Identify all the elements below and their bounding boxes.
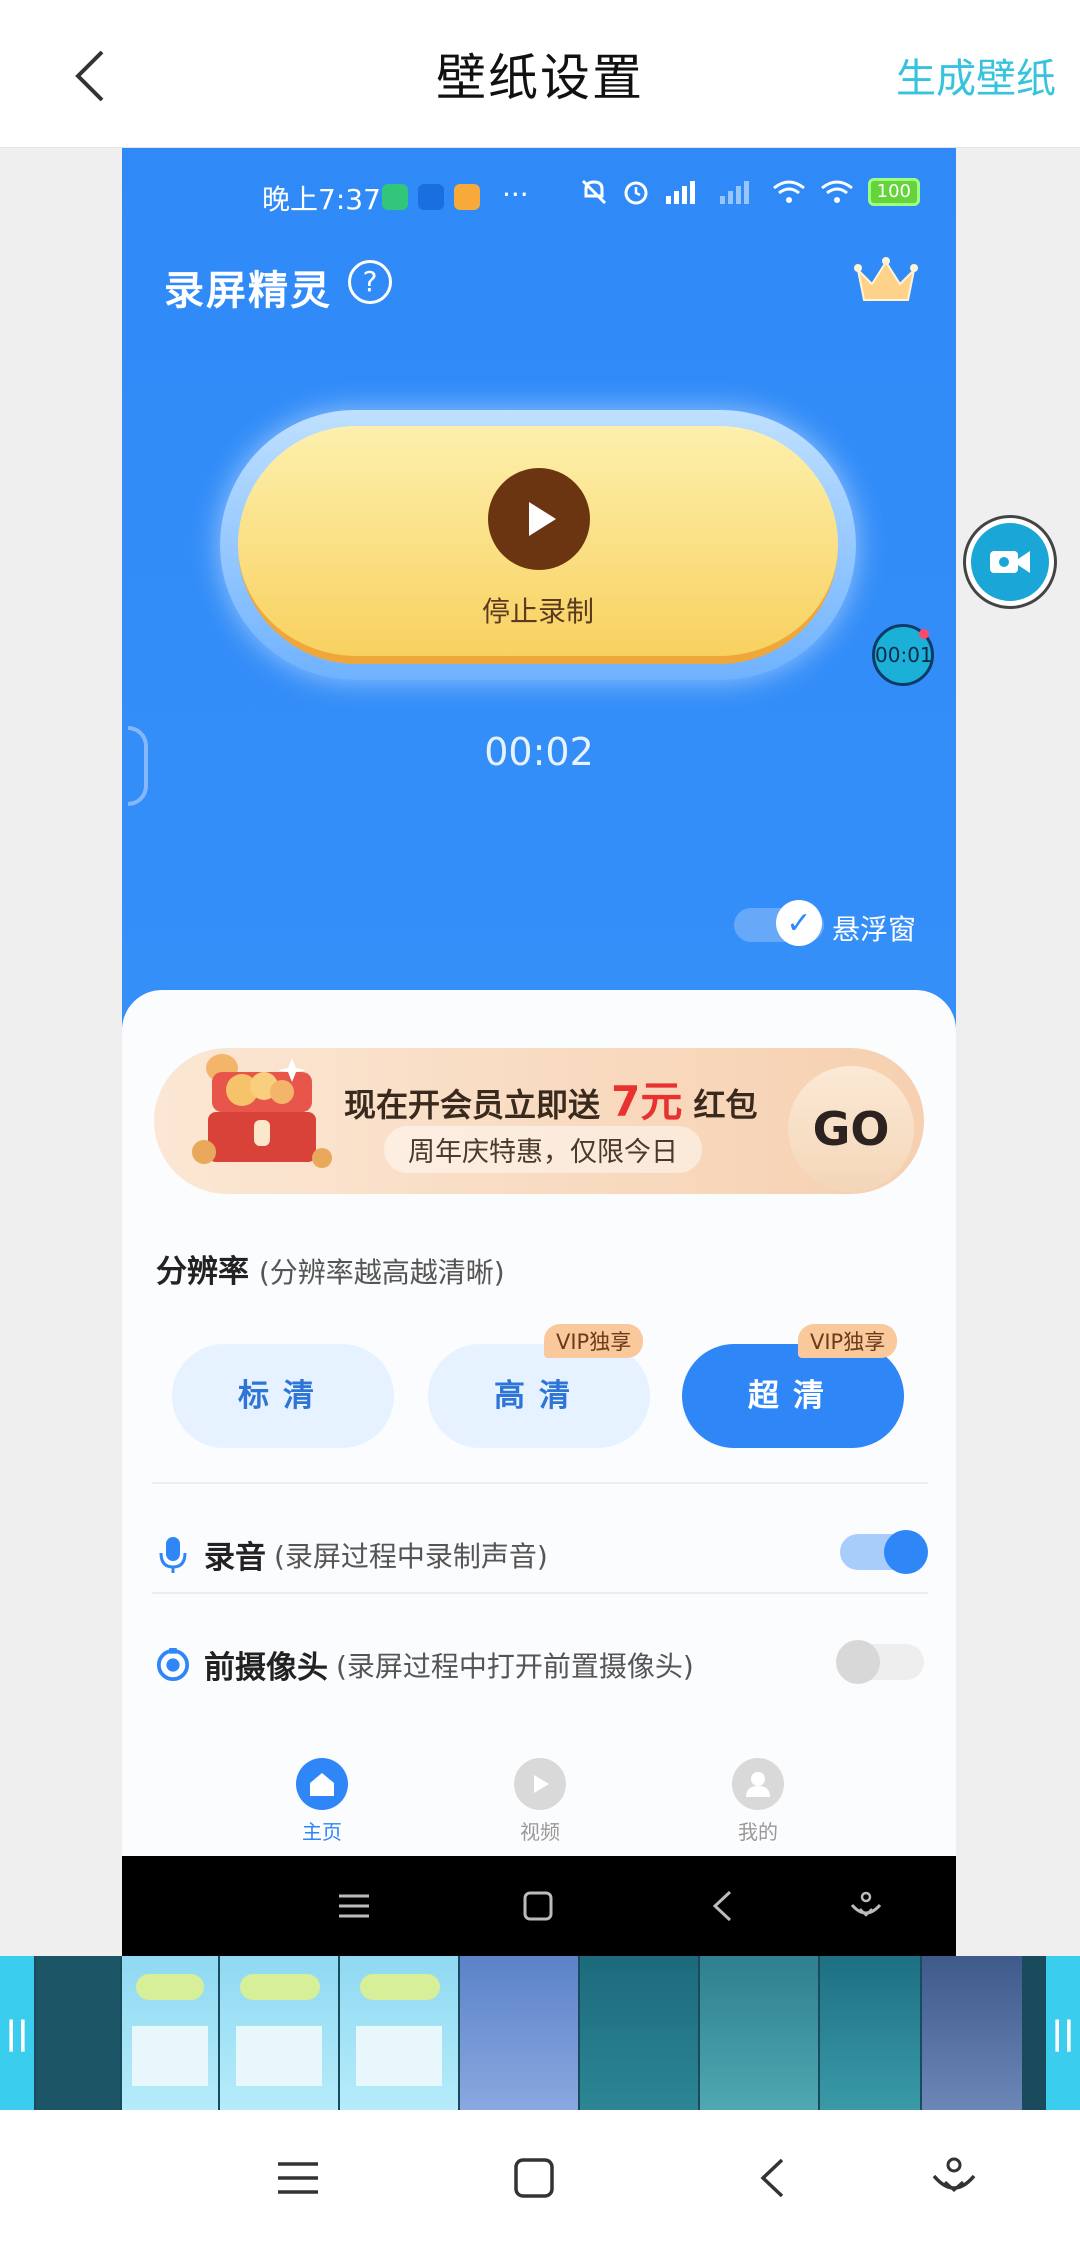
camera-hint: (录屏过程中打开前置摄像头) (336, 1649, 694, 1683)
camera-title: 前摄像头 (204, 1650, 328, 1686)
promo-amount: 7元 (611, 1077, 683, 1126)
preview-navigation-bar (122, 1856, 956, 1956)
assistant-icon (844, 1884, 888, 1928)
home-square-icon (516, 1884, 560, 1928)
camera-toggle[interactable] (836, 1640, 924, 1684)
vip-badge: VIP独享 (798, 1324, 898, 1358)
resolution-heading: 分辨率 (分辨率越高越清晰) (156, 1246, 505, 1291)
record-button-label: 停止录制 (481, 595, 594, 628)
wifi-icon (772, 180, 805, 203)
top-bar: 壁纸设置 生成壁纸 (0, 0, 1080, 148)
arrow-icon (418, 184, 444, 210)
signal-icon (665, 181, 695, 204)
assistant-button-icon[interactable] (926, 2150, 982, 2206)
status-time: 晚上7:37 (262, 183, 381, 216)
home-button-icon[interactable] (506, 2150, 562, 2206)
battery-level: 100 (867, 178, 920, 206)
promo-prefix: 现在开会员立即送 (344, 1086, 601, 1124)
resolution-hd-button[interactable]: 高清 (428, 1344, 650, 1448)
menu-icon (332, 1884, 376, 1928)
video-camera-icon (990, 551, 1030, 573)
strip-right-handle[interactable]: || (1046, 1956, 1080, 2110)
audio-option: 录音 (录屏过程中录制声音) (156, 1532, 548, 1577)
audio-hint: (录屏过程中录制声音) (274, 1539, 548, 1573)
thumbnail[interactable] (700, 1956, 818, 2110)
resolution-title: 分辨率 (156, 1254, 249, 1290)
camera-icon (156, 1646, 190, 1684)
thumbnail[interactable] (220, 1956, 338, 2110)
promo-headline: 现在开会员立即送 7元 红包 (344, 1068, 758, 1129)
notification-icon (454, 184, 480, 210)
mute-icon (581, 179, 606, 205)
recent-apps-icon[interactable] (270, 2150, 326, 2206)
home-icon (296, 1758, 348, 1810)
signal-weak-icon (719, 181, 749, 204)
tab-video[interactable]: 视频 (480, 1758, 600, 1845)
microphone-icon (156, 1536, 190, 1574)
crown-icon[interactable] (854, 256, 918, 310)
divider (152, 1482, 928, 1484)
tab-profile[interactable]: 我的 (698, 1758, 818, 1845)
status-bar: 晚上7:37 ··· 100 (122, 178, 956, 228)
floating-timer-value: 00:01 (875, 643, 933, 667)
thumbnail[interactable] (340, 1956, 458, 2110)
record-timer: 00:02 (484, 730, 594, 774)
thumbnail-strip[interactable]: || || (0, 1956, 1080, 2110)
tab-home[interactable]: 主页 (262, 1758, 382, 1845)
wallpaper-preview: 晚上7:37 ··· 100 录屏精灵 ? 停止录制 00:01 00:02 ✓… (122, 148, 956, 1956)
tab-home-label: 主页 (302, 1820, 342, 1844)
vip-badge: VIP独享 (544, 1324, 644, 1358)
floating-camera-button[interactable] (966, 518, 1054, 606)
floating-timer[interactable]: 00:01 (872, 624, 934, 686)
app-name: 录屏精灵 (164, 268, 332, 314)
status-icons: 100 (580, 178, 920, 206)
promo-suffix: 红包 (693, 1086, 758, 1124)
promo-subtitle: 周年庆特惠，仅限今日 (384, 1126, 702, 1173)
strip-left-handle[interactable]: || (0, 1956, 34, 2110)
thumbnail[interactable] (122, 1956, 218, 2110)
back-button-icon[interactable] (744, 2150, 800, 2206)
recording-dot (919, 629, 929, 639)
check-icon[interactable]: ✓ (776, 900, 822, 946)
help-icon[interactable]: ? (348, 260, 392, 304)
thumbnail-list (34, 1956, 1046, 2110)
thumbnail[interactable] (820, 1956, 920, 2110)
system-navigation-bar (0, 2110, 1080, 2244)
floating-window-label: 悬浮窗 (832, 913, 917, 946)
audio-toggle[interactable] (840, 1530, 928, 1574)
play-icon[interactable] (488, 468, 590, 570)
tab-profile-label: 我的 (738, 1820, 778, 1844)
thumbnail[interactable] (460, 1956, 578, 2110)
record-button-frame: 停止录制 (220, 410, 856, 680)
resolution-uhd-button[interactable]: 超清 (682, 1344, 904, 1448)
shield-icon (382, 184, 408, 210)
record-button[interactable]: 停止录制 (238, 426, 838, 664)
profile-icon (732, 1758, 784, 1810)
audio-title: 录音 (204, 1540, 266, 1576)
back-arrow-icon (700, 1884, 744, 1928)
video-icon (514, 1758, 566, 1810)
tab-video-label: 视频 (520, 1820, 560, 1844)
go-button[interactable]: GO (788, 1066, 914, 1192)
more-notifications: ··· (502, 178, 529, 211)
wifi-icon-2 (820, 180, 853, 203)
treasure-chest-icon (182, 1028, 332, 1178)
alarm-icon (624, 181, 648, 205)
camera-option: 前摄像头 (录屏过程中打开前置摄像头) (156, 1642, 694, 1687)
thumbnail[interactable] (36, 1956, 120, 2110)
thumbnail[interactable] (580, 1956, 698, 2110)
generate-wallpaper-button[interactable]: 生成壁纸 (896, 46, 1056, 104)
bottom-tab-bar: 主页 视频 我的 (122, 1758, 956, 1868)
divider (152, 1592, 928, 1594)
resolution-hint: (分辨率越高越清晰) (258, 1256, 505, 1289)
resolution-sd-button[interactable]: 标清 (172, 1344, 394, 1448)
thumbnail[interactable] (922, 1956, 1022, 2110)
